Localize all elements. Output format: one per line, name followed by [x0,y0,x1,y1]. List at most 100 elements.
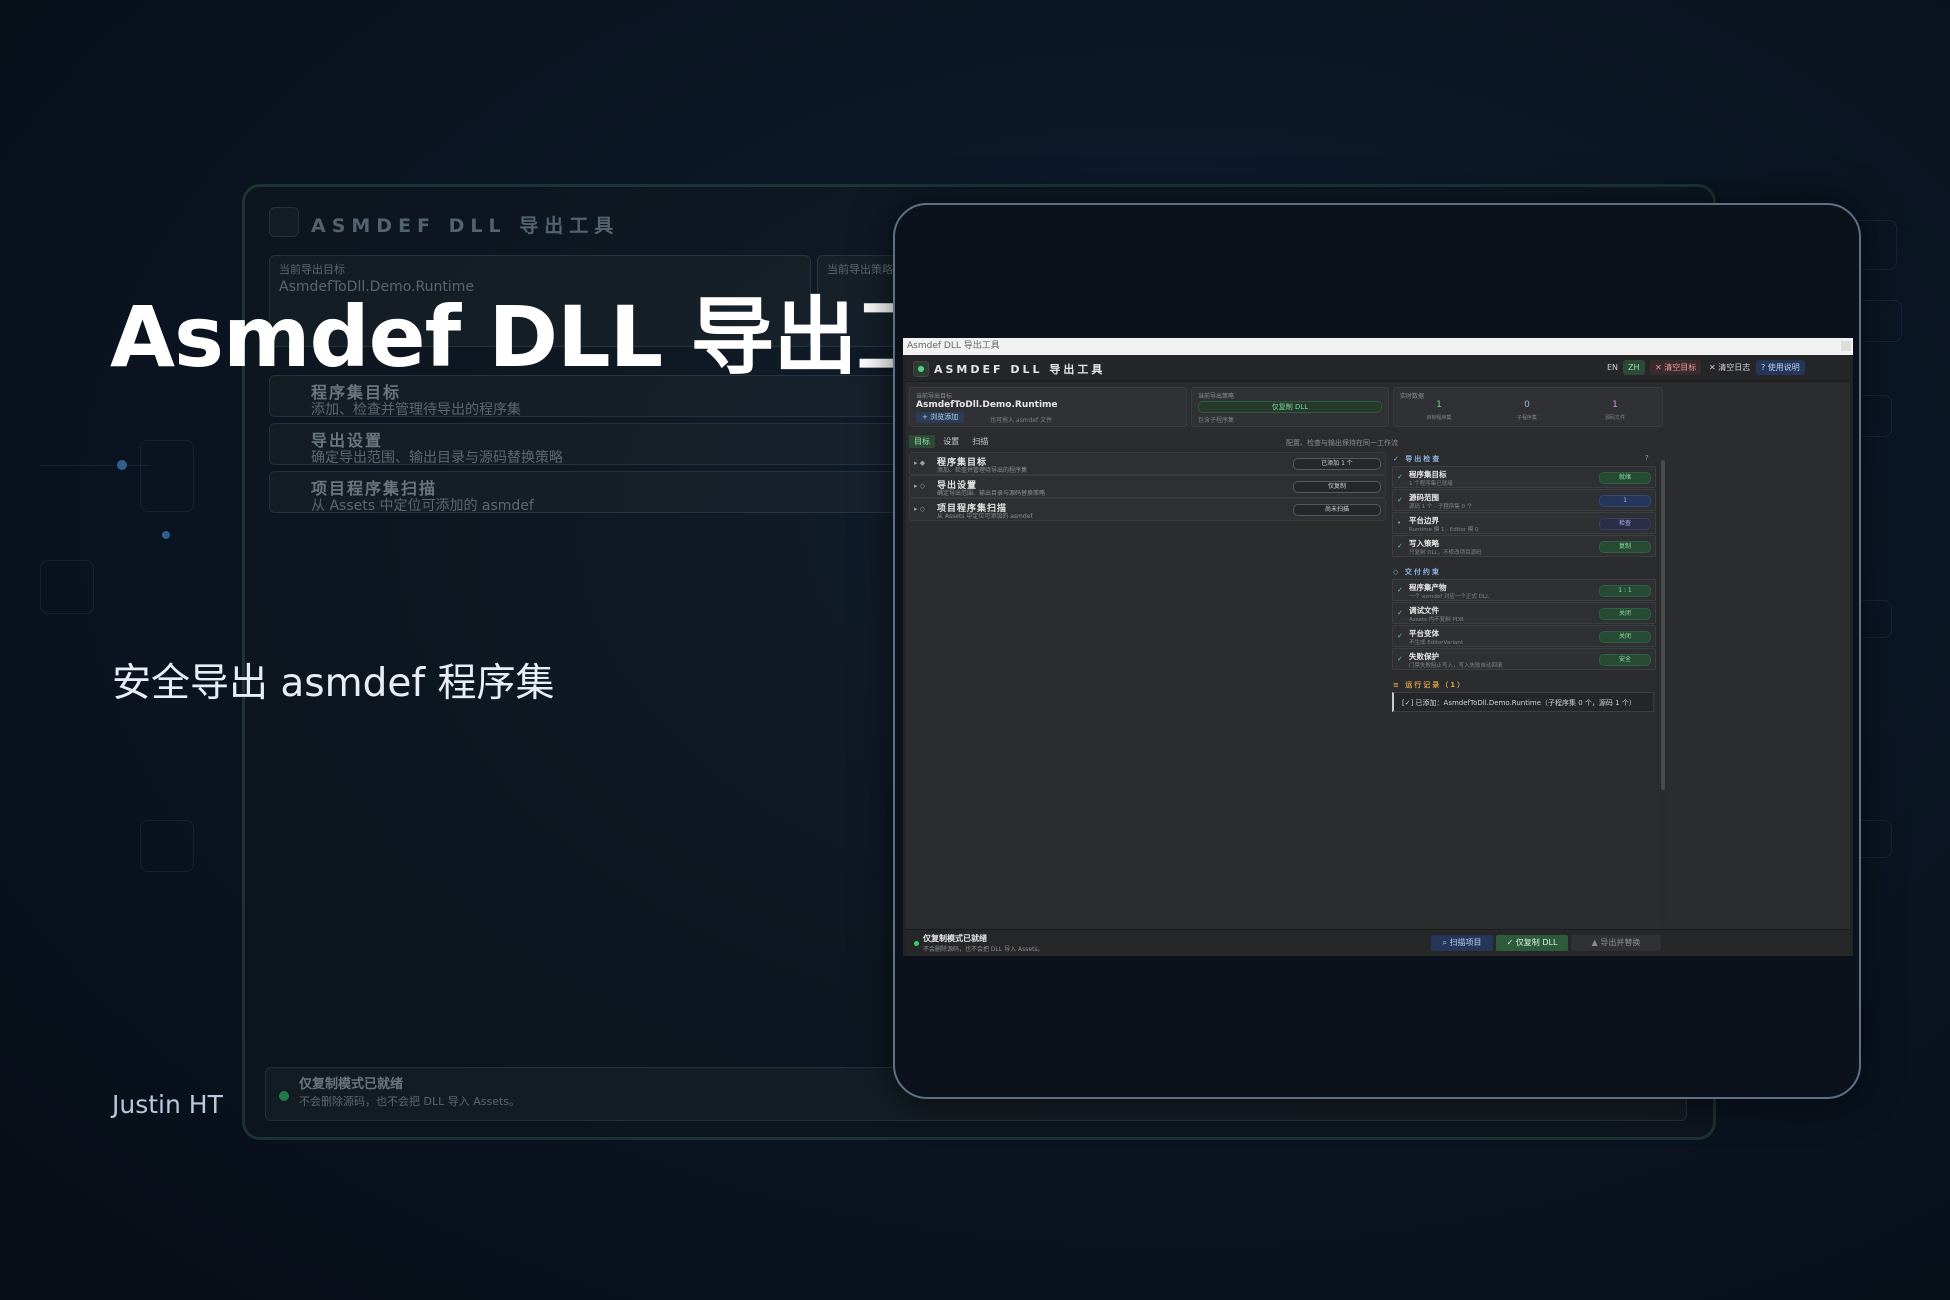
window-title: Asmdef DLL 导出工具 [907,341,1000,351]
app-window: Asmdef DLL 导出工具 ● ASMDEF DLL 导出工具 EN ZH … [903,338,1853,956]
section-assembly-targets[interactable]: ▸ ◆ 程序集目标 添加、检查并管理待导出的程序集 已添加 1 个 [909,452,1386,475]
check-item: ✓ 写入策略 只复制 DLL，不修改项目源码 复制 [1392,535,1656,557]
export-check-help-icon[interactable]: ? [1645,454,1649,462]
stat-label: 目标程序集 [1426,415,1452,421]
delivery-heading: ◇ 交付约束 [1393,568,1441,576]
app-logo-icon: ● [913,361,929,377]
clear-log-button[interactable]: ✕ 清空日志 [1704,360,1755,375]
stats-summary-card: 实时数据 1 目标程序集 0 子程序集 1 源码文件 [1393,387,1663,427]
window-titlebar[interactable]: Asmdef DLL 导出工具 [903,338,1853,355]
check-icon: ✓ [1397,496,1403,504]
tab-targets[interactable]: 目标 [909,435,935,448]
sections-column: ▸ ◆ 程序集目标 添加、检查并管理待导出的程序集 已添加 1 个 ▸ ◇ 导出… [909,452,1386,926]
check-icon: ✓ [1397,609,1403,617]
check-icon: ✓ [1397,632,1403,640]
background-panel [140,440,194,512]
check-subtitle: 一个 asmdef 对应一个正式 DLL [1409,594,1490,600]
strategy-summary-card: 当前导出策略 仅复制 DLL 包含子程序集 [1191,387,1389,427]
ghost-logo [269,207,299,237]
check-item: ✓ 程序集目标 1 个程序集已就绪 就绪 [1392,466,1656,488]
delivery-item: ✓ 平台变体 不生成 EditorVariant 关闭 [1392,625,1656,647]
check-status-badge: 复制 [1599,541,1651,553]
window-close-icon[interactable] [1841,341,1851,351]
expand-chevron-icon[interactable]: ▸ ◇ [914,482,925,490]
section-status-badge: 尚未扫描 [1293,504,1381,516]
section-status-badge: 仅复制 [1293,481,1381,493]
expand-chevron-icon[interactable]: ▸ ◇ [914,505,925,513]
clear-targets-button[interactable]: ✕ 清空目标 [1650,360,1702,375]
target-summary-card: 当前导出目标 AsmdefToDll.Demo.Runtime + 浏览添加 也… [909,387,1187,427]
check-item: ✓ 源码范围 源码 1 个 · 子程序集 0 个 1 [1392,489,1656,511]
app-content: ● ASMDEF DLL 导出工具 EN ZH ✕ 清空目标 ✕ 清空日志 ? … [906,355,1850,956]
stat-targets: 1 目标程序集 [1404,400,1474,421]
footer-status-subtitle: 不会删除源码，也不会把 DLL 导入 Assets。 [923,946,1044,953]
check-status-badge: 安全 [1599,654,1651,666]
background-panel [40,560,94,614]
hero-subtitle: 安全导出 asmdef 程序集 [112,661,555,706]
stat-label: 子程序集 [1516,415,1537,421]
check-subtitle: Runtime 模 1 · Editor 模 0 [1409,527,1479,533]
check-subtitle: 只复制 DLL，不修改项目源码 [1409,550,1482,556]
scrollbar-thumb[interactable] [1661,460,1665,790]
ghost-status-dot [279,1091,289,1101]
run-log-heading: ≡ 运行记录（1） [1393,681,1467,689]
status-dot-icon [914,941,919,946]
check-icon: ✓ [1397,586,1403,594]
stat-value: 0 [1524,400,1530,410]
check-status-badge: 检查 [1599,518,1651,530]
strategy-badge: 仅复制 DLL [1198,401,1382,413]
target-value: AsmdefToDll.Demo.Runtime [916,400,1058,410]
app-header: ● ASMDEF DLL 导出工具 EN ZH ✕ 清空目标 ✕ 清空日志 ? … [906,355,1850,382]
background-dot [162,531,170,539]
copy-dll-button[interactable]: ✓ 仅复制 DLL [1496,935,1568,951]
section-export-settings[interactable]: ▸ ◇ 导出设置 确定导出范围、输出目录与源码替换策略 仅复制 [909,475,1386,498]
check-status-badge: 关闭 [1599,631,1651,643]
export-replace-button[interactable]: ▲ 导出并替换 [1571,935,1661,951]
scan-project-button[interactable]: ⌕ 扫描项目 [1431,935,1493,951]
delivery-item: ✓ 调试文件 Assets 内不复制 PDB 关闭 [1392,602,1656,624]
stat-value: 1 [1436,400,1442,410]
export-check-heading: ✓ 导出检查 [1393,455,1442,463]
tab-settings[interactable]: 设置 [938,435,964,448]
inspector-column: ✓ 导出检查 ? ✓ 程序集目标 1 个程序集已就绪 就绪 ✓ 源码范围 源码 … [1390,452,1668,926]
expand-chevron-icon[interactable]: ▸ ◆ [914,459,925,467]
background-panel [140,820,194,872]
stat-value: 1 [1612,400,1618,410]
tab-scan[interactable]: 扫描 [967,435,993,448]
check-status-badge: 关闭 [1599,608,1651,620]
stat-subassemblies: 0 子程序集 [1492,400,1562,421]
ghost-section-subtitle: 从 Assets 中定位可添加的 asmdef [311,498,534,514]
check-subtitle: Assets 内不复制 PDB [1409,617,1464,623]
stat-source-files: 1 源码文件 [1580,400,1650,421]
check-icon: • [1397,519,1402,527]
target-label: 当前导出目标 [916,393,953,400]
help-button[interactable]: ? 使用说明 [1756,360,1805,375]
hero-author: Justin HT [112,1090,223,1119]
section-subtitle: 添加、检查并管理待导出的程序集 [937,467,1028,474]
check-status-badge: 1 : 1 [1599,585,1651,597]
check-item: • 平台边界 Runtime 模 1 · Editor 模 0 检查 [1392,512,1656,534]
delivery-item: ✓ 失败保护 门禁失败阻止写入，写入失败自动回滚 安全 [1392,648,1656,670]
section-project-scan[interactable]: ▸ ◇ 项目程序集扫描 从 Assets 中定位可添加的 asmdef 尚未扫描 [909,498,1386,521]
browse-hint: 也可拖入 asmdef 文件 [990,417,1053,424]
browse-add-button[interactable]: + 浏览添加 [916,412,965,423]
check-icon: ✓ [1397,473,1403,481]
language-en-button[interactable]: EN [1602,360,1623,375]
inspector-scrollbar[interactable] [1660,452,1666,926]
check-subtitle: 1 个程序集已就绪 [1409,481,1453,487]
ghost-footer-subtitle: 不会删除源码，也不会把 DLL 导入 Assets。 [299,1095,521,1108]
delivery-item: ✓ 程序集产物 一个 asmdef 对应一个正式 DLL 1 : 1 [1392,579,1656,601]
log-entry: [✓] 已添加：AsmdefToDll.Demo.Runtime（子程序集 0 … [1392,692,1654,712]
section-subtitle: 确定导出范围、输出目录与源码替换策略 [937,490,1046,497]
language-zh-button[interactable]: ZH [1623,360,1645,375]
ghost-section-subtitle: 确定导出范围、输出目录与源码替换策略 [311,450,563,466]
check-subtitle: 不生成 EditorVariant [1409,640,1464,646]
section-status-badge: 已添加 1 个 [1293,458,1381,470]
tabs-hint: 配置、检查与输出保持在同一工作流 [1286,439,1398,447]
ghost-title: ASMDEF DLL 导出工具 [311,215,620,237]
tab-bar: 目标 设置 扫描 [909,435,993,449]
check-status-badge: 就绪 [1599,472,1651,484]
check-icon: ✓ [1397,655,1403,663]
background-line [40,465,150,466]
background-dot [117,460,127,470]
